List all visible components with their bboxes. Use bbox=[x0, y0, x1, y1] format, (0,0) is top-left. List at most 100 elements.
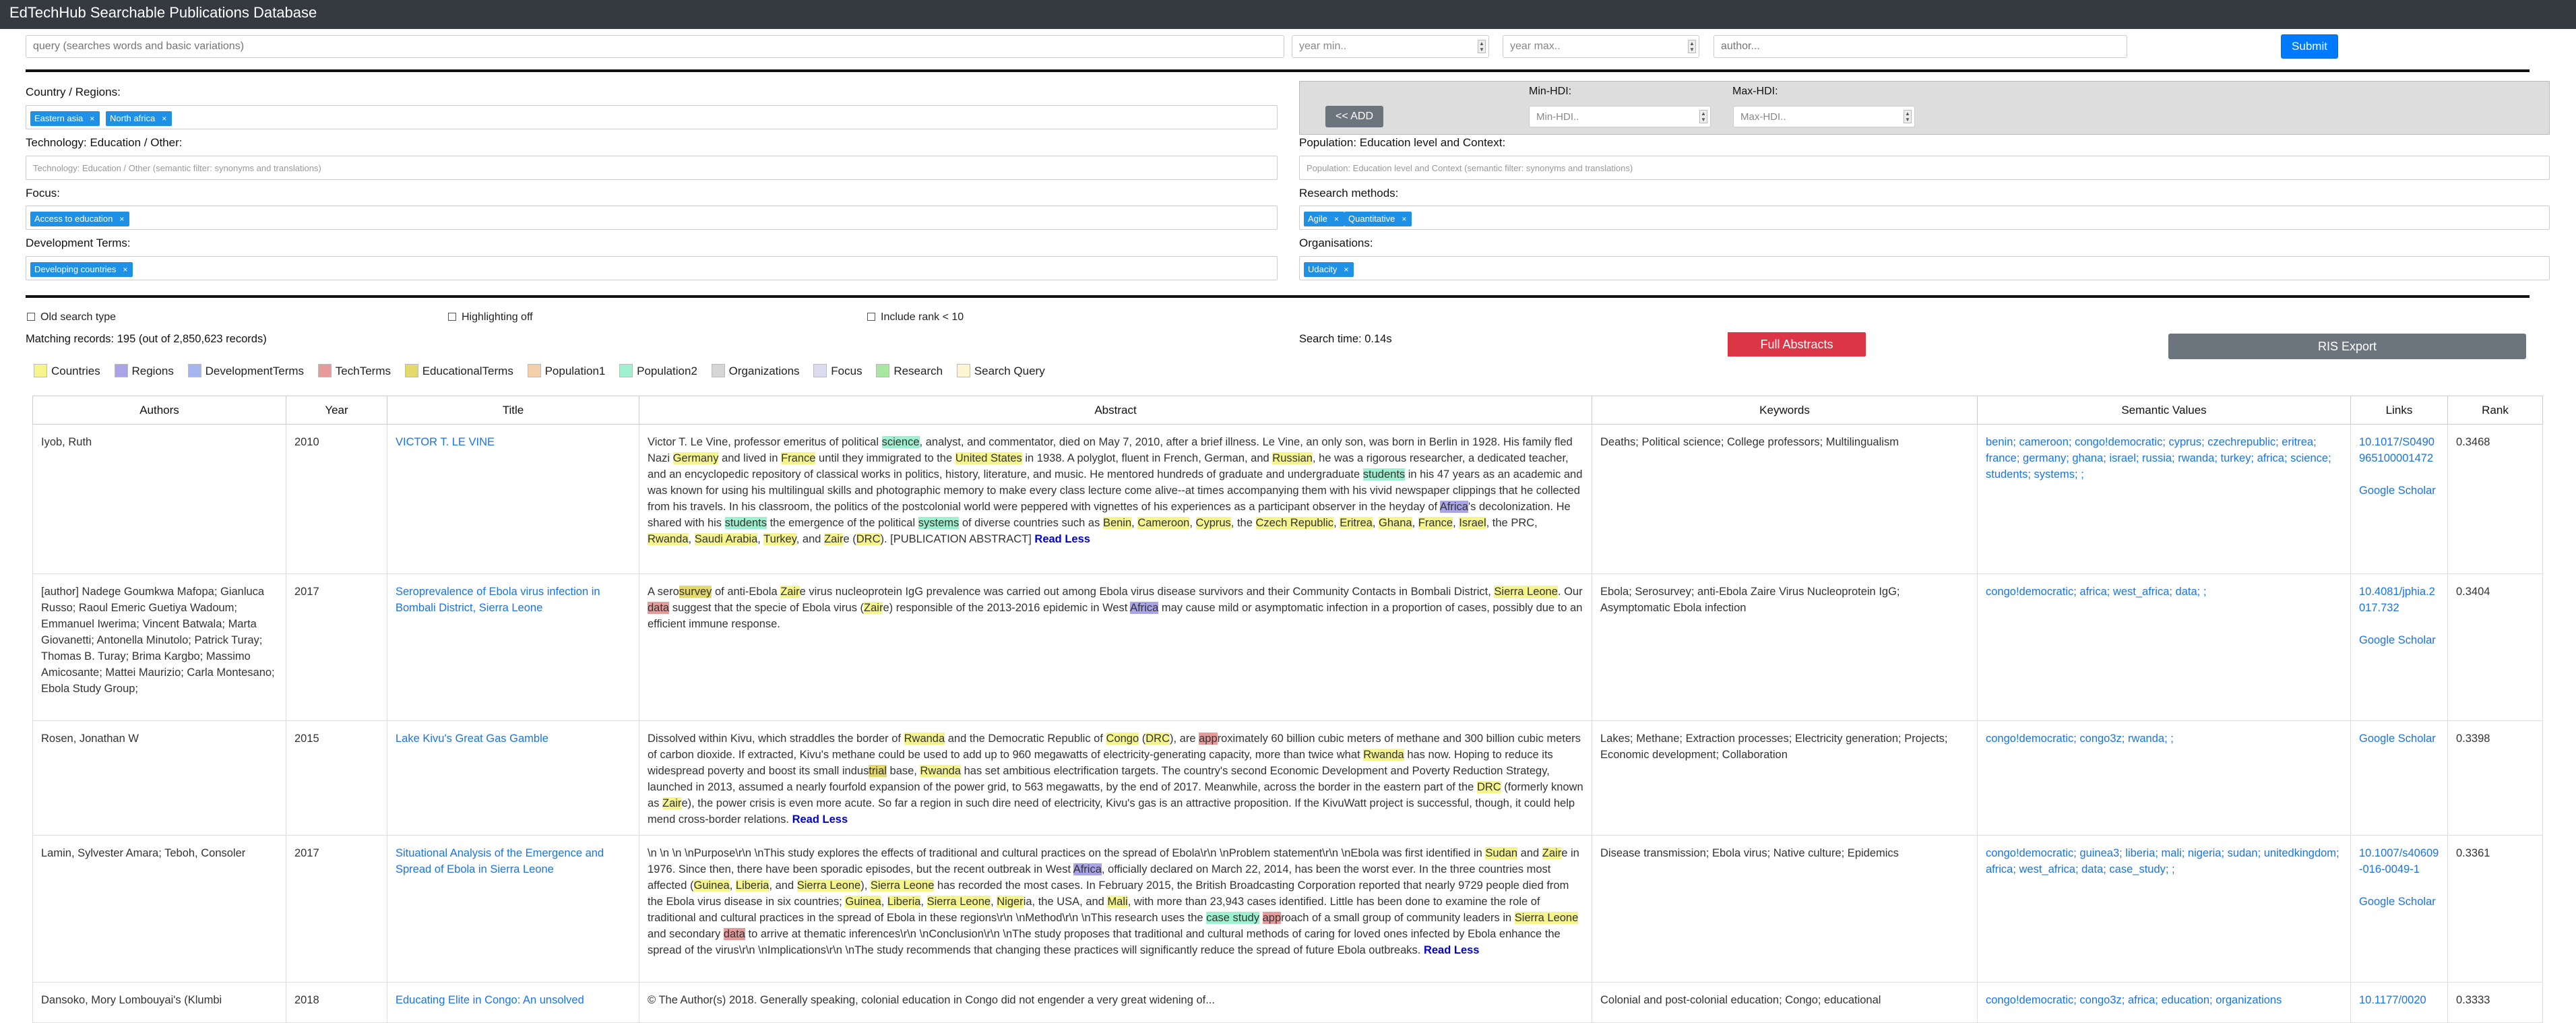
header-year[interactable]: Year bbox=[286, 396, 387, 425]
research-label: Research methods: bbox=[1299, 187, 1399, 199]
legend-label: Countries bbox=[51, 365, 100, 377]
min-hdi-stepper[interactable]: ▲ ▼ bbox=[1699, 110, 1707, 123]
legend-educational-terms: EducationalTerms bbox=[404, 364, 513, 378]
header-authors[interactable]: Authors bbox=[32, 396, 286, 425]
include-rank-checkbox[interactable]: Include rank < 10 bbox=[867, 311, 964, 323]
remove-tag-icon[interactable]: × bbox=[123, 265, 127, 274]
google-scholar-link[interactable]: Google Scholar bbox=[2359, 634, 2436, 646]
remove-tag-icon[interactable]: × bbox=[1334, 214, 1339, 224]
devterms-field[interactable]: Developing countries × bbox=[26, 256, 1278, 280]
cell-keywords: Disease transmission; Ebola virus; Nativ… bbox=[1592, 835, 1978, 983]
year-min-stepper[interactable]: ▲ ▼ bbox=[1478, 40, 1486, 53]
technology-label: Technology: Education / Other: bbox=[26, 136, 183, 149]
read-less-link[interactable]: Read Less bbox=[1034, 533, 1090, 545]
cell-year: 2017 bbox=[286, 574, 387, 721]
cell-semantic: congo!democratic; africa; west_africa; d… bbox=[1977, 574, 2351, 721]
cell-abstract: Dissolved within Kivu, which straddles t… bbox=[639, 720, 1592, 836]
remove-tag-icon[interactable]: × bbox=[90, 114, 94, 123]
query-input[interactable] bbox=[26, 35, 1284, 58]
tag-label: Udacity bbox=[1308, 264, 1338, 274]
google-scholar-link[interactable]: Google Scholar bbox=[2359, 733, 2436, 745]
focus-field[interactable]: Access to education × bbox=[26, 206, 1278, 230]
remove-tag-icon[interactable]: × bbox=[119, 214, 124, 224]
legend-swatch bbox=[956, 364, 970, 377]
doi-link[interactable]: 10.1177/0020 bbox=[2359, 994, 2426, 1006]
doi-link[interactable]: 10.4081/jphia.2017.732 bbox=[2359, 586, 2435, 614]
tag-north-africa[interactable]: North africa × bbox=[106, 111, 172, 126]
tag-agile[interactable]: Agile × bbox=[1304, 212, 1344, 226]
table-row: Iyob, Ruth 2010 VICTOR T. LE VINE Victor… bbox=[32, 424, 2543, 574]
title-link[interactable]: Educating Elite in Congo: An unsolved bbox=[396, 994, 584, 1006]
org-field[interactable]: Udacity × bbox=[1299, 256, 2550, 280]
header-keywords[interactable]: Keywords bbox=[1592, 396, 1978, 425]
doi-link[interactable]: 10.1007/s40609-016-0049-1 bbox=[2359, 847, 2439, 875]
cell-authors: [author] Nadege Goumkwa Mafopa; Gianluca… bbox=[32, 574, 286, 721]
cell-keywords: Lakes; Methane; Extraction processes; El… bbox=[1592, 720, 1978, 836]
submit-button[interactable]: Submit bbox=[2281, 34, 2338, 59]
research-field[interactable]: Agile × Quantitative × bbox=[1299, 206, 2550, 230]
semantic-values[interactable]: congo!democratic; congo3z; africa; educa… bbox=[1986, 994, 2282, 1006]
tag-access-to-education[interactable]: Access to education × bbox=[30, 212, 130, 226]
cell-authors: Lamin, Sylvester Amara; Teboh, Consoler bbox=[32, 835, 286, 983]
legend-countries: Countries bbox=[34, 364, 100, 378]
add-button[interactable]: << ADD bbox=[1325, 106, 1383, 127]
semantic-values[interactable]: benin; cameroon; congo!democratic; cypru… bbox=[1986, 436, 2331, 480]
semantic-values[interactable]: congo!democratic; guinea3; liberia; mali… bbox=[1986, 847, 2339, 875]
read-less-link[interactable]: Read Less bbox=[1424, 944, 1480, 956]
old-search-checkbox[interactable]: Old search type bbox=[27, 311, 116, 323]
header-rank[interactable]: Rank bbox=[2447, 396, 2543, 425]
header-title[interactable]: Title bbox=[387, 396, 639, 425]
read-less-link[interactable]: Read Less bbox=[792, 813, 848, 826]
cell-year: 2010 bbox=[286, 424, 387, 574]
year-min-input[interactable]: year min.. ▲ ▼ bbox=[1292, 35, 1489, 58]
header-semantic-values[interactable]: Semantic Values bbox=[1977, 396, 2351, 425]
legend-swatch bbox=[317, 364, 332, 377]
title-link[interactable]: Lake Kivu's Great Gas Gamble bbox=[396, 733, 548, 745]
google-scholar-link[interactable]: Google Scholar bbox=[2359, 896, 2436, 908]
min-hdi-input[interactable]: Min-HDI.. ▲ ▼ bbox=[1529, 106, 1711, 127]
checkbox-box[interactable] bbox=[448, 313, 456, 321]
ris-export-button[interactable]: RIS Export bbox=[2168, 334, 2526, 359]
tag-developing-countries[interactable]: Developing countries × bbox=[30, 262, 133, 277]
population-field[interactable]: Population: Education level and Context … bbox=[1299, 156, 2550, 180]
tag-quantitative[interactable]: Quantitative × bbox=[1344, 212, 1412, 226]
top-navbar: EdTechHub Searchable Publications Databa… bbox=[0, 0, 2576, 29]
semantic-values[interactable]: congo!democratic; africa; west_africa; d… bbox=[1986, 586, 2206, 598]
tag-eastern-asia[interactable]: Eastern asia × bbox=[30, 111, 100, 126]
checkbox-box[interactable] bbox=[867, 313, 875, 321]
cell-title: Seroprevalence of Ebola virus infection … bbox=[387, 574, 639, 721]
year-max-stepper[interactable]: ▲ ▼ bbox=[1688, 40, 1696, 53]
title-link[interactable]: VICTOR T. LE VINE bbox=[396, 436, 495, 448]
title-link[interactable]: Seroprevalence of Ebola virus infection … bbox=[396, 586, 600, 614]
google-scholar-link[interactable]: Google Scholar bbox=[2359, 485, 2436, 497]
max-hdi-stepper[interactable]: ▲ ▼ bbox=[1904, 110, 1912, 123]
full-abstracts-button[interactable]: Full Abstracts bbox=[1724, 332, 1866, 356]
tag-label: Quantitative bbox=[1348, 214, 1395, 224]
doi-link[interactable]: 10.1017/S0490965100001472 bbox=[2359, 436, 2434, 464]
table-row: [author] Nadege Goumkwa Mafopa; Gianluca… bbox=[32, 574, 2543, 721]
title-link[interactable]: Situational Analysis of the Emergence an… bbox=[396, 847, 604, 875]
cell-links: 10.1177/0020 bbox=[2350, 982, 2448, 1023]
year-min-placeholder: year min.. bbox=[1299, 40, 1347, 52]
table-row: Lamin, Sylvester Amara; Teboh, Consoler … bbox=[32, 835, 2543, 983]
header-abstract[interactable]: Abstract bbox=[639, 396, 1592, 425]
remove-tag-icon[interactable]: × bbox=[1344, 265, 1348, 274]
population-placeholder: Population: Education level and Context … bbox=[1307, 163, 1633, 173]
country-field[interactable]: Eastern asia × North africa × bbox=[26, 105, 1278, 129]
header-links[interactable]: Links bbox=[2350, 396, 2448, 425]
author-input[interactable] bbox=[1714, 35, 2127, 58]
highlighting-checkbox[interactable]: Highlighting off bbox=[448, 311, 533, 323]
checkbox-box[interactable] bbox=[27, 313, 35, 321]
semantic-values[interactable]: congo!democratic; congo3z; rwanda; ; bbox=[1986, 733, 2174, 745]
tag-label: Developing countries bbox=[34, 264, 117, 274]
remove-tag-icon[interactable]: × bbox=[1402, 214, 1406, 224]
year-max-input[interactable]: year max.. ▲ ▼ bbox=[1503, 35, 1699, 58]
legend-swatch bbox=[876, 364, 890, 377]
max-hdi-input[interactable]: Max-HDI.. ▲ ▼ bbox=[1733, 106, 1915, 127]
tag-udacity[interactable]: Udacity × bbox=[1304, 262, 1354, 277]
legend-label: DevelopmentTerms bbox=[205, 365, 305, 377]
remove-tag-icon[interactable]: × bbox=[162, 114, 166, 123]
cell-keywords: Deaths; Political science; College profe… bbox=[1592, 424, 1978, 574]
technology-field[interactable]: Technology: Education / Other (semantic … bbox=[26, 156, 1278, 180]
tag-label: Eastern asia bbox=[34, 113, 84, 123]
